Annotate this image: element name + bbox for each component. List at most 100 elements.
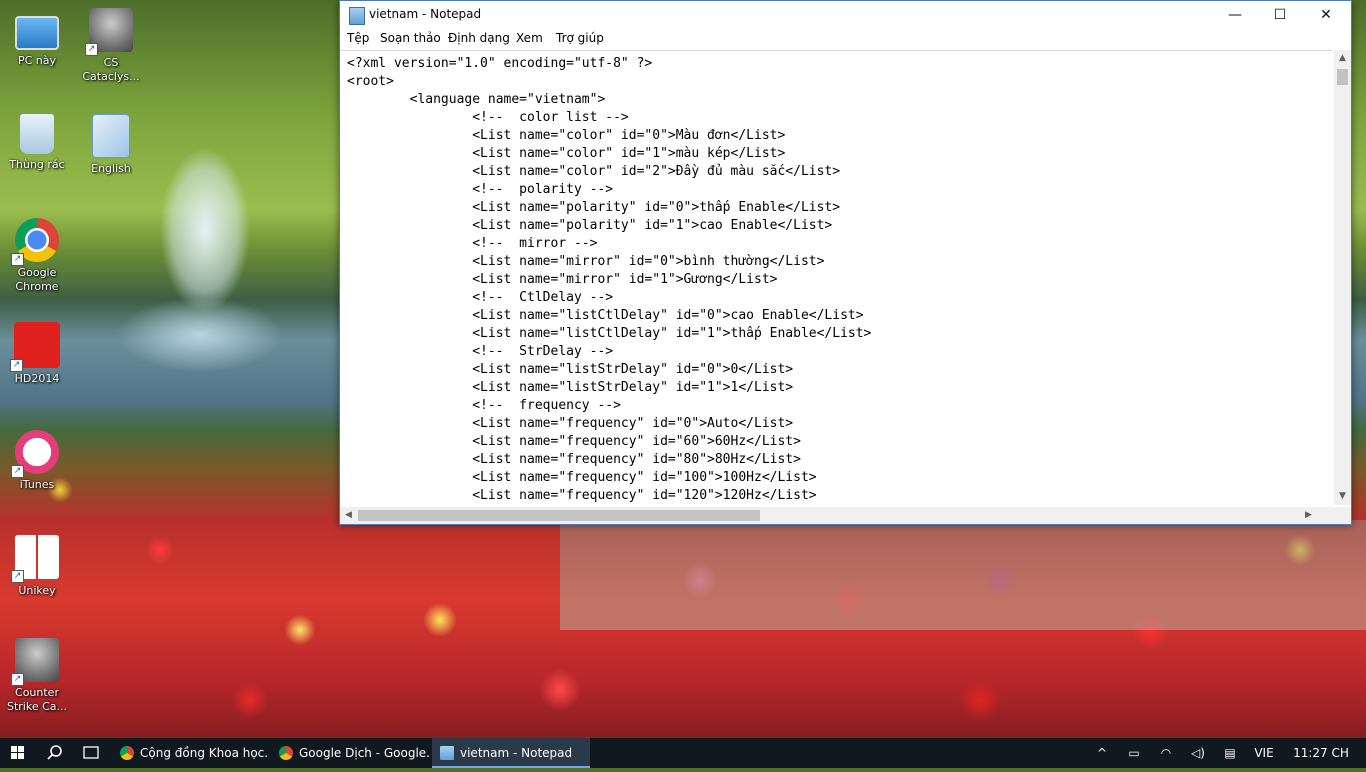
editor-line: <List name="mirror" id="1">Gương</List> xyxy=(347,272,778,287)
text-editor[interactable]: <?xml version="1.0" encoding="utf-8" ?> <… xyxy=(340,50,1332,506)
task-label: Cộng đồng Khoa học... xyxy=(140,746,268,760)
editor-line: <List name="mirror" id="0">bình thường</… xyxy=(347,254,825,269)
notepad-icon xyxy=(440,746,454,760)
menu-bar: Tệp Soạn thảo Định dạng Xem Trợ giúp xyxy=(340,29,1351,49)
desktop-icon-hd2014[interactable]: ↗ HD2014 xyxy=(0,322,74,386)
editor-line: <List name="listStrDelay" id="1">1</List… xyxy=(347,380,794,395)
taskbar-item-chrome-2[interactable]: Google Dịch - Google... xyxy=(271,738,429,768)
soldier-icon: ↗ xyxy=(85,8,133,56)
editor-line: <!-- color list --> xyxy=(347,110,629,125)
desktop-icon-counter-strike[interactable]: ↗ Counter Strike Ca... xyxy=(0,638,74,714)
desktop-icon-this-pc[interactable]: PC này xyxy=(0,10,74,68)
task-view-button[interactable] xyxy=(74,738,108,768)
editor-line: <List name="frequency" id="100">100Hz</L… xyxy=(347,470,817,485)
vertical-scroll-thumb[interactable] xyxy=(1337,69,1348,85)
unikey-icon: ↗ xyxy=(11,534,60,583)
chrome-icon xyxy=(279,746,293,760)
editor-line: <List name="polarity" id="0">thấp Enable… xyxy=(347,200,841,215)
editor-line: <List name="polarity" id="1">cao Enable<… xyxy=(347,218,833,233)
desktop-icon-label: Thùng rác xyxy=(9,158,65,171)
desktop-icon-label: Counter Strike Ca... xyxy=(6,686,68,713)
menu-help[interactable]: Trợ giúp xyxy=(556,31,604,45)
notepad-file-icon xyxy=(92,114,130,158)
notification-icon[interactable]: ▤ xyxy=(1216,738,1244,768)
editor-line: <List name="frequency" id="120">120Hz</L… xyxy=(347,488,817,503)
editor-line: <List name="frequency" id="0">Auto</List… xyxy=(347,416,794,431)
input-language-indicator[interactable]: VIE xyxy=(1248,738,1280,768)
editor-line: <List name="listStrDelay" id="0">0</List… xyxy=(347,362,794,377)
task-label: vietnam - Notepad xyxy=(460,746,573,760)
taskbar-item-notepad[interactable]: vietnam - Notepad xyxy=(432,738,590,768)
desktop-icon-label: Google Chrome xyxy=(15,266,59,293)
editor-content[interactable]: <?xml version="1.0" encoding="utf-8" ?> <… xyxy=(340,51,1332,505)
volume-icon[interactable]: ◁) xyxy=(1184,738,1212,768)
scroll-left-button[interactable]: ◀ xyxy=(340,507,357,524)
notepad-icon xyxy=(349,7,365,25)
horizontal-scroll-thumb[interactable] xyxy=(358,510,760,521)
editor-line: <List name="color" id="0">Màu đơn</List> xyxy=(347,128,786,143)
editor-line: <!-- polarity --> xyxy=(347,182,614,197)
shortcut-arrow-icon: ↗ xyxy=(11,673,24,686)
desktop-icon-label: CS Cataclys... xyxy=(82,56,140,83)
search-button[interactable] xyxy=(38,738,72,768)
scrollbar-corner xyxy=(1334,507,1351,524)
desktop-icon-label: iTunes xyxy=(19,478,55,491)
scroll-up-button[interactable]: ▲ xyxy=(1334,50,1351,67)
notepad-window[interactable]: vietnam - Notepad — ☐ ✕ Tệp Soạn thảo Đị… xyxy=(339,0,1352,525)
menu-view[interactable]: Xem xyxy=(516,31,543,45)
battery-icon[interactable]: ▭ xyxy=(1120,738,1148,768)
vertical-scrollbar[interactable]: ▲ ▼ xyxy=(1334,50,1351,505)
menu-file[interactable]: Tệp xyxy=(347,31,369,45)
editor-line: <!-- CtlDelay --> xyxy=(347,290,614,305)
editor-line: <List name="frequency" id="80">80Hz</Lis… xyxy=(347,452,801,467)
shortcut-arrow-icon: ↗ xyxy=(11,253,24,266)
close-button[interactable]: ✕ xyxy=(1303,1,1349,29)
computer-icon xyxy=(15,16,59,50)
recycle-bin-icon xyxy=(20,114,54,154)
scroll-right-button[interactable]: ▶ xyxy=(1300,507,1317,524)
menu-edit[interactable]: Soạn thảo xyxy=(380,31,441,45)
editor-line: <language name="vietnam"> xyxy=(347,92,606,107)
desktop-icon-recycle-bin[interactable]: Thùng rác xyxy=(0,114,74,172)
chrome-icon xyxy=(120,746,134,760)
wifi-icon[interactable]: ◠ xyxy=(1152,738,1180,768)
editor-line: <List name="frequency" id="60">60Hz</Lis… xyxy=(347,434,801,449)
windows-logo-icon xyxy=(11,746,24,759)
desktop-icon-unikey[interactable]: ↗ Unikey xyxy=(0,534,74,598)
window-title: vietnam - Notepad xyxy=(369,7,482,21)
editor-line: <List name="listCtlDelay" id="0">cao Ena… xyxy=(347,308,864,323)
minimize-button[interactable]: — xyxy=(1212,1,1258,29)
horizontal-scrollbar[interactable]: ◀ ▶ xyxy=(340,507,1334,524)
editor-line: <List name="color" id="1">màu kép</List> xyxy=(347,146,786,161)
taskbar-item-chrome-1[interactable]: Cộng đồng Khoa học... xyxy=(112,738,268,768)
soldier-icon: ↗ xyxy=(11,638,59,686)
shortcut-arrow-icon: ↗ xyxy=(85,43,98,56)
desktop-icon-google-chrome[interactable]: ↗ Google Chrome xyxy=(0,218,74,294)
itunes-icon: ↗ xyxy=(11,430,59,478)
menu-format[interactable]: Định dạng xyxy=(448,31,510,45)
scroll-down-button[interactable]: ▼ xyxy=(1334,488,1351,505)
clock[interactable]: 11:27 CH xyxy=(1288,738,1354,768)
shortcut-arrow-icon: ↗ xyxy=(11,465,24,478)
task-label: Google Dịch - Google... xyxy=(299,746,429,760)
wallpaper-path xyxy=(560,520,1366,630)
editor-line: <List name="listCtlDelay" id="1">thấp En… xyxy=(347,326,872,341)
task-view-icon xyxy=(83,746,99,759)
editor-line: <?xml version="1.0" encoding="utf-8" ?> xyxy=(347,56,653,71)
editor-line: <!-- mirror --> xyxy=(347,236,598,251)
desktop-icon-label: PC này xyxy=(17,54,57,67)
shortcut-arrow-icon: ↗ xyxy=(11,570,24,583)
show-hidden-icons-button[interactable]: ^ xyxy=(1090,738,1114,768)
taskbar: Cộng đồng Khoa học... Google Dịch - Goog… xyxy=(0,738,1366,768)
desktop-icon-itunes[interactable]: ↗ iTunes xyxy=(0,430,74,492)
editor-line: <!-- StrDelay --> xyxy=(347,344,614,359)
shortcut-arrow-icon: ↗ xyxy=(10,359,23,372)
title-bar[interactable]: vietnam - Notepad — ☐ ✕ xyxy=(340,1,1351,29)
desktop-icon-english[interactable]: English xyxy=(74,114,148,176)
editor-line: <!-- frequency --> xyxy=(347,398,621,413)
editor-line: <List name="color" id="2">Đầy đủ màu sắc… xyxy=(347,164,841,179)
desktop-icon-cs-cataclysm[interactable]: ↗ CS Cataclys... xyxy=(74,8,148,84)
start-button[interactable] xyxy=(0,738,36,768)
maximize-button[interactable]: ☐ xyxy=(1257,1,1303,29)
search-icon xyxy=(47,745,62,760)
